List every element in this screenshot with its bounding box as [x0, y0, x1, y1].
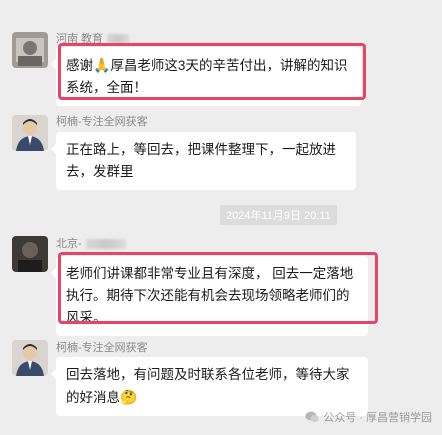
message-bubble[interactable]: 正在路上，等回去，把课件整理下，一起放进 去，发群里 [51, 132, 356, 190]
timestamp: 2024年11月9日 20:11 [220, 205, 337, 225]
avatar[interactable] [12, 115, 48, 151]
thinking-face-emoji-icon: 🤔 [120, 389, 138, 405]
avatar[interactable] [12, 340, 48, 376]
praying-hands-emoji-icon: 🙏 [93, 57, 111, 73]
sender-name: 柯楠-专注全网获客 [56, 116, 148, 128]
message-line: 执行。期待下次还能有机会去现场领略老师们的 [66, 288, 350, 303]
man-portrait-avatar-icon [12, 340, 48, 376]
avatar[interactable] [12, 236, 48, 272]
redacted-name-blur [85, 239, 126, 250]
message-line: 的好消息🤔 [66, 389, 138, 405]
sender-name: 河南 教育 [56, 30, 130, 46]
watermark: 公众号 · 厚昌营销学园 [305, 409, 432, 425]
redacted-name-blur [107, 34, 130, 45]
dark-photo-avatar-icon [12, 236, 48, 272]
message-bubble[interactable]: 回去落地，有问题及时联系各位老师，等待大家 的好消息🤔 [51, 357, 368, 416]
message-line: 系统，全面！ [66, 80, 147, 95]
man-portrait-avatar-icon [12, 115, 48, 151]
message-line: 感谢🙏厚昌老师这3天的辛苦付出，讲解的知识 [66, 57, 348, 73]
message-bubble[interactable]: 老师们讲课都非常专业且有深度， 回去一定落地 执行。期待下次还能有机会去现场领略… [51, 256, 368, 336]
message-line: 正在路上，等回去，把课件整理下，一起放进 [66, 142, 336, 157]
sender-name: 柯楠-专注全网获客 [56, 342, 148, 354]
message-line: 风采。 [66, 310, 107, 325]
message-line: 回去落地，有问题及时联系各位老师，等待大家 [66, 367, 350, 382]
message-line: 老师们讲课都非常专业且有深度， 回去一定落地 [66, 266, 354, 281]
grey-photo-avatar-icon [12, 32, 48, 68]
wechat-official-account-icon [305, 411, 319, 423]
sender-name: 北京- [56, 235, 126, 251]
message-line: 去，发群里 [66, 164, 134, 179]
avatar[interactable] [12, 32, 48, 68]
message-bubble[interactable]: 感谢🙏厚昌老师这3天的辛苦付出，讲解的知识 系统，全面！ [51, 47, 361, 106]
